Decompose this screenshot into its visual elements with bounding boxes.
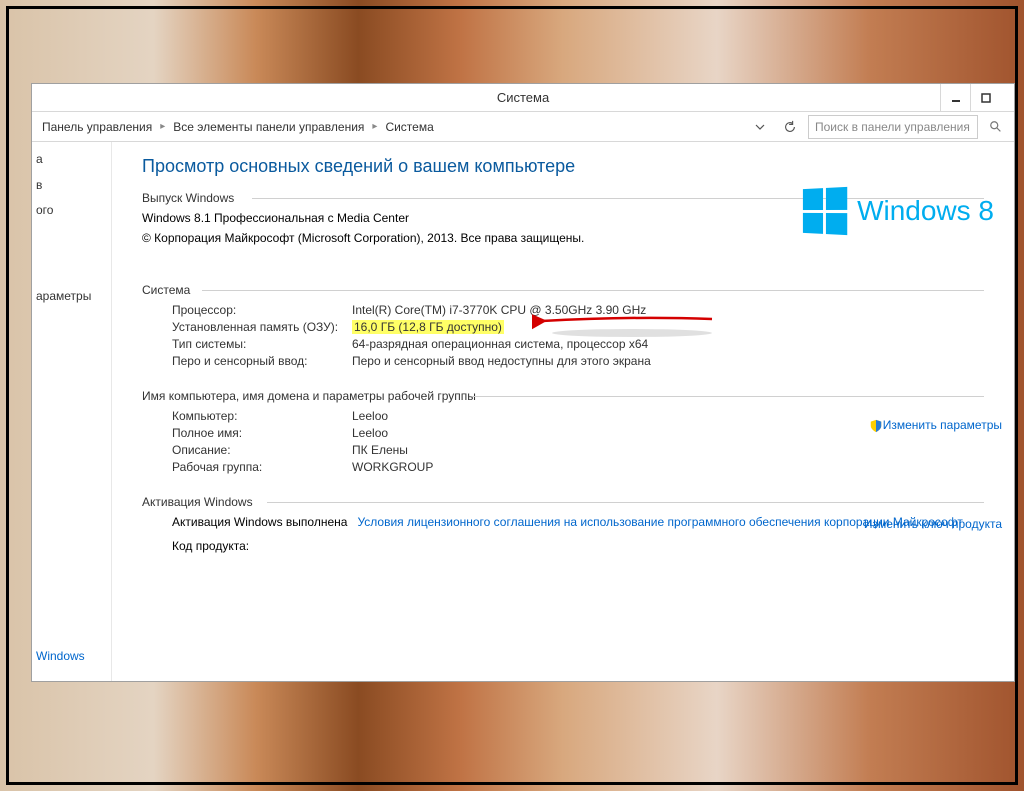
address-bar: Панель управления ▸ Все элементы панели … (32, 112, 1014, 142)
sidebar-item[interactable]: а (36, 152, 111, 168)
chevron-right-icon: ▸ (160, 121, 165, 132)
row-description: Описание: ПК Елены (172, 443, 994, 457)
search-icon[interactable] (984, 115, 1008, 139)
breadcrumb: Панель управления ▸ Все элементы панели … (38, 118, 744, 136)
ram-value-highlight: 16,0 ГБ (12,8 ГБ доступно) (352, 320, 504, 334)
sidebar-item[interactable]: араметры (36, 289, 111, 305)
dropdown-button[interactable] (748, 115, 772, 139)
sidebar: а в ого араметры Windows (32, 142, 112, 681)
row-ram: Установленная память (ОЗУ): 16,0 ГБ (12,… (172, 320, 994, 334)
change-settings-link[interactable]: Изменить параметры (869, 418, 1002, 434)
chevron-right-icon: ▸ (372, 121, 377, 132)
window-controls (940, 84, 1014, 111)
search-input[interactable]: Поиск в панели управления (808, 115, 978, 139)
section-activation: Активация Windows (142, 495, 994, 509)
window-title: Система (497, 90, 549, 105)
main-content: Просмотр основных сведений о вашем компь… (112, 142, 1014, 681)
change-product-key-link[interactable]: Изменить ключ продукта (864, 517, 1002, 531)
row-pen-touch: Перо и сенсорный ввод: Перо и сенсорный … (172, 354, 994, 368)
windows8-logo: Windows 8 (801, 188, 994, 234)
titlebar: Система (32, 84, 1014, 112)
sidebar-item-windows[interactable]: Windows (36, 649, 111, 663)
section-system: Система (142, 283, 994, 297)
page-title: Просмотр основных сведений о вашем компь… (142, 156, 994, 177)
breadcrumb-item[interactable]: Панель управления (38, 118, 156, 136)
sidebar-item[interactable]: в (36, 178, 111, 194)
minimize-button[interactable] (940, 84, 970, 111)
maximize-button[interactable] (970, 84, 1000, 111)
row-workgroup: Рабочая группа: WORKGROUP (172, 460, 994, 474)
windows-logo-icon (803, 187, 847, 235)
close-button[interactable] (1000, 84, 1014, 111)
breadcrumb-item[interactable]: Система (381, 118, 437, 136)
row-system-type: Тип системы: 64-разрядная операционная с… (172, 337, 994, 351)
system-window: Система Панель управления ▸ Все элементы… (31, 83, 1015, 682)
refresh-button[interactable] (778, 115, 802, 139)
row-product-key: Код продукта: (172, 539, 994, 553)
shield-icon (869, 419, 883, 433)
breadcrumb-item[interactable]: Все элементы панели управления (169, 118, 368, 136)
row-processor: Процессор: Intel(R) Core(TM) i7-3770K CP… (172, 303, 994, 317)
sidebar-item[interactable]: ого (36, 203, 111, 219)
section-computer: Имя компьютера, имя домена и параметры р… (142, 389, 994, 403)
